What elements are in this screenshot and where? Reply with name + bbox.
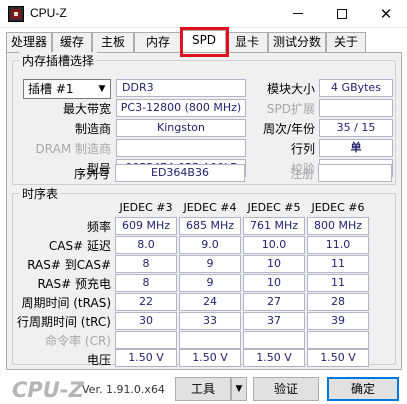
close-button[interactable]: ✕ xyxy=(364,0,407,28)
timing-cell: 37 xyxy=(243,312,305,330)
timing-row-label: RAS# 预充电 xyxy=(37,277,111,291)
timing-cell: 1.50 V xyxy=(115,349,177,367)
tab-bench[interactable]: 测试分数 xyxy=(268,32,326,52)
timing-cell: 761 MHz xyxy=(243,217,305,235)
timing-cell: 39 xyxy=(307,312,369,330)
serial-field: ED364B36 xyxy=(115,164,245,182)
week-year-field: 35 / 15 xyxy=(319,119,393,137)
timing-row-label: RAS# 到CAS# xyxy=(27,258,111,272)
dram-manufacturer-label: DRAM 制造商 xyxy=(35,142,111,156)
minimize-icon xyxy=(293,13,303,14)
timing-row-label: 行周期时间 (tRC) xyxy=(16,315,111,329)
timing-cell: 10.0 xyxy=(243,236,305,254)
spd-ext-field xyxy=(319,99,393,117)
maximize-button[interactable] xyxy=(320,0,364,28)
tab-about[interactable]: 关于 xyxy=(326,32,366,52)
module-size-label: 模块大小 xyxy=(266,82,315,96)
timing-cell: 800 MHz xyxy=(307,217,369,235)
manufacturer-field: Kingston xyxy=(116,119,246,137)
timing-cell: 11 xyxy=(307,274,369,292)
dram-manufacturer-field xyxy=(116,139,246,157)
footer-bar: CPU-Z Ver. 1.91.0.x64 工具 ▼ 验证 确定 xyxy=(0,370,407,404)
timing-cell: 9 xyxy=(179,255,241,273)
timing-cell: 27 xyxy=(243,293,305,311)
tools-dropdown-button[interactable]: ▼ xyxy=(231,377,247,401)
timing-row-label: 频率 xyxy=(86,220,111,234)
timing-row-label: 周期时间 (tRAS) xyxy=(21,296,111,310)
manufacturer-label: 制造商 xyxy=(74,122,111,136)
timing-cell: 11 xyxy=(307,255,369,273)
max-bandwidth-field: PC3-12800 (800 MHz) xyxy=(116,99,246,117)
registered-field xyxy=(318,164,392,182)
chevron-down-icon: ▼ xyxy=(98,84,106,94)
ok-button[interactable]: 确定 xyxy=(327,377,399,401)
tab-cache[interactable]: 缓存 xyxy=(52,32,92,52)
timing-cell: 10 xyxy=(243,274,305,292)
timing-cell: 1.50 V xyxy=(307,349,369,367)
slot-dropdown-value: 插槽 #1 xyxy=(28,82,74,96)
timing-cell: 1.50 V xyxy=(243,349,305,367)
timing-cell: 9.0 xyxy=(179,236,241,254)
tab-memory[interactable]: 内存 xyxy=(134,32,182,52)
timing-cell: 11.0 xyxy=(307,236,369,254)
tab-processor[interactable]: 处理器 xyxy=(6,32,52,52)
timing-column-header: JEDEC #6 xyxy=(311,201,365,214)
slot-dropdown[interactable]: 插槽 #1 ▼ xyxy=(23,79,111,99)
spd-panel: 内存插槽选择 插槽 #1 ▼ DDR3 模块大小 4 GBytes 最大带宽 P… xyxy=(6,52,402,370)
ranks-label: 行列 xyxy=(290,142,315,156)
cpuz-logo: CPU-Z xyxy=(12,378,84,402)
timing-cell: 609 MHz xyxy=(115,217,177,235)
slot-group-title: 内存插槽选择 xyxy=(19,52,98,69)
timing-cell xyxy=(179,331,241,349)
timing-column-header: JEDEC #3 xyxy=(119,201,173,214)
registered-label: 注册 xyxy=(289,167,314,181)
timing-cell: 8.0 xyxy=(115,236,177,254)
timing-cell: 10 xyxy=(243,255,305,273)
timing-column-header: JEDEC #4 xyxy=(183,201,237,214)
tools-button[interactable]: 工具 xyxy=(175,377,231,401)
chevron-down-icon: ▼ xyxy=(235,384,243,394)
timings-group-title: 时序表 xyxy=(19,185,62,202)
module-size-field: 4 GBytes xyxy=(319,79,393,97)
spd-ext-label: SPD扩展 xyxy=(266,102,315,116)
timing-cell: 685 MHz xyxy=(179,217,241,235)
timing-cell: 1.50 V xyxy=(179,349,241,367)
version-text: Ver. 1.91.0.x64 xyxy=(82,383,165,396)
timing-cell xyxy=(115,331,177,349)
timing-row-label: CAS# 延迟 xyxy=(48,239,111,253)
cpuz-app-icon xyxy=(8,6,24,22)
tab-graphics[interactable]: 显卡 xyxy=(226,32,268,52)
timing-cell: 24 xyxy=(179,293,241,311)
ranks-field: 单 xyxy=(319,139,393,157)
validate-button[interactable]: 验证 xyxy=(253,377,319,401)
timing-cell: 33 xyxy=(179,312,241,330)
window-title: CPU-Z xyxy=(30,6,67,20)
timing-cell: 30 xyxy=(115,312,177,330)
timing-column-header: JEDEC #5 xyxy=(247,201,301,214)
timing-row-label: 电压 xyxy=(86,353,111,367)
timing-cell xyxy=(243,331,305,349)
timing-cell: 8 xyxy=(115,274,177,292)
timing-row-label: 命令率 (CR) xyxy=(45,334,111,348)
timing-cell: 9 xyxy=(179,274,241,292)
serial-label: 序列号 xyxy=(73,167,110,181)
week-year-label: 周次/年份 xyxy=(262,122,315,136)
timing-cell: 28 xyxy=(307,293,369,311)
timing-cell: 22 xyxy=(115,293,177,311)
timing-cell xyxy=(307,331,369,349)
close-icon: ✕ xyxy=(379,5,393,23)
spd-tab-highlight-box xyxy=(180,27,229,57)
maximize-icon xyxy=(337,8,347,19)
memory-type-field: DDR3 xyxy=(116,79,246,97)
max-bandwidth-label: 最大带宽 xyxy=(62,102,111,116)
tab-mainboard[interactable]: 主板 xyxy=(92,32,134,52)
timing-cell: 8 xyxy=(115,255,177,273)
title-bar: CPU-Z ✕ xyxy=(0,0,407,28)
minimize-button[interactable] xyxy=(276,0,320,28)
